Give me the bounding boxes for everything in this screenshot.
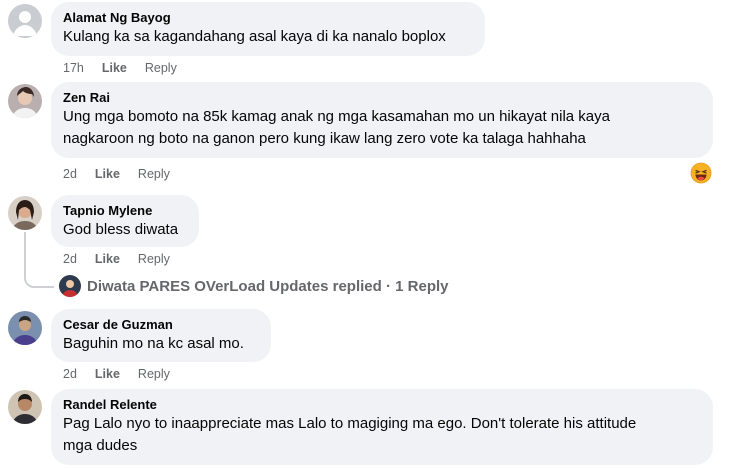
view-replies-link[interactable]: Diwata PARES OVerLoad Updates replied · … xyxy=(59,275,449,297)
comment-actions: 2d Like Reply xyxy=(63,251,170,267)
page-avatar xyxy=(59,275,81,297)
avatar[interactable] xyxy=(8,196,42,230)
reply-button[interactable]: Reply xyxy=(138,366,170,382)
comment-bubble: Zen Rai Ung mga bomoto na 85k kamag anak… xyxy=(51,82,713,158)
like-button[interactable]: Like xyxy=(102,60,127,76)
like-button[interactable]: Like xyxy=(95,366,120,382)
laughing-emoji-icon[interactable] xyxy=(690,162,712,184)
avatar[interactable] xyxy=(8,4,42,38)
comment-text: Kulang ka sa kagandahang asal kaya di ka… xyxy=(63,28,446,45)
comment-bubble: Tapnio Mylene God bless diwata xyxy=(51,195,199,247)
comment-bubble: Alamat Ng Bayog Kulang ka sa kagandahang… xyxy=(51,2,485,56)
commenter-name[interactable]: Cesar de Guzman xyxy=(63,317,259,333)
comment-time[interactable]: 2d xyxy=(63,251,77,267)
commenter-name[interactable]: Alamat Ng Bayog xyxy=(63,10,473,26)
reply-thread-line xyxy=(24,232,54,288)
comment-time[interactable]: 2d xyxy=(63,366,77,382)
comment-text: Ung mga bomoto na 85k kamag anak ng mga … xyxy=(63,108,610,147)
comment-time[interactable]: 17h xyxy=(63,60,84,76)
comment-bubble: Randel Relente Pag Lalo nyo to inaapprec… xyxy=(51,389,713,465)
comment-actions: 2d Like Reply xyxy=(63,166,170,182)
comment-text: Baguhin mo na kc asal mo. xyxy=(63,335,244,352)
reply-button[interactable]: Reply xyxy=(145,60,177,76)
comment-time[interactable]: 2d xyxy=(63,166,77,182)
comment-actions: 17h Like Reply xyxy=(63,60,177,76)
like-button[interactable]: Like xyxy=(95,251,120,267)
reply-button[interactable]: Reply xyxy=(138,251,170,267)
avatar[interactable] xyxy=(8,84,42,118)
comment-actions: 2d Like Reply xyxy=(63,366,170,382)
comment-bubble: Cesar de Guzman Baguhin mo na kc asal mo… xyxy=(51,309,271,362)
commenter-name[interactable]: Tapnio Mylene xyxy=(63,203,187,219)
avatar[interactable] xyxy=(8,311,42,345)
reply-button[interactable]: Reply xyxy=(138,166,170,182)
commenter-name[interactable]: Randel Relente xyxy=(63,397,701,413)
avatar[interactable] xyxy=(8,390,42,424)
comment-text: Pag Lalo nyo to inaappreciate mas Lalo t… xyxy=(63,415,637,454)
comment-text: God bless diwata xyxy=(63,221,179,238)
like-button[interactable]: Like xyxy=(95,166,120,182)
replies-summary[interactable]: Diwata PARES OVerLoad Updates replied · … xyxy=(87,278,449,295)
commenter-name[interactable]: Zen Rai xyxy=(63,90,701,106)
